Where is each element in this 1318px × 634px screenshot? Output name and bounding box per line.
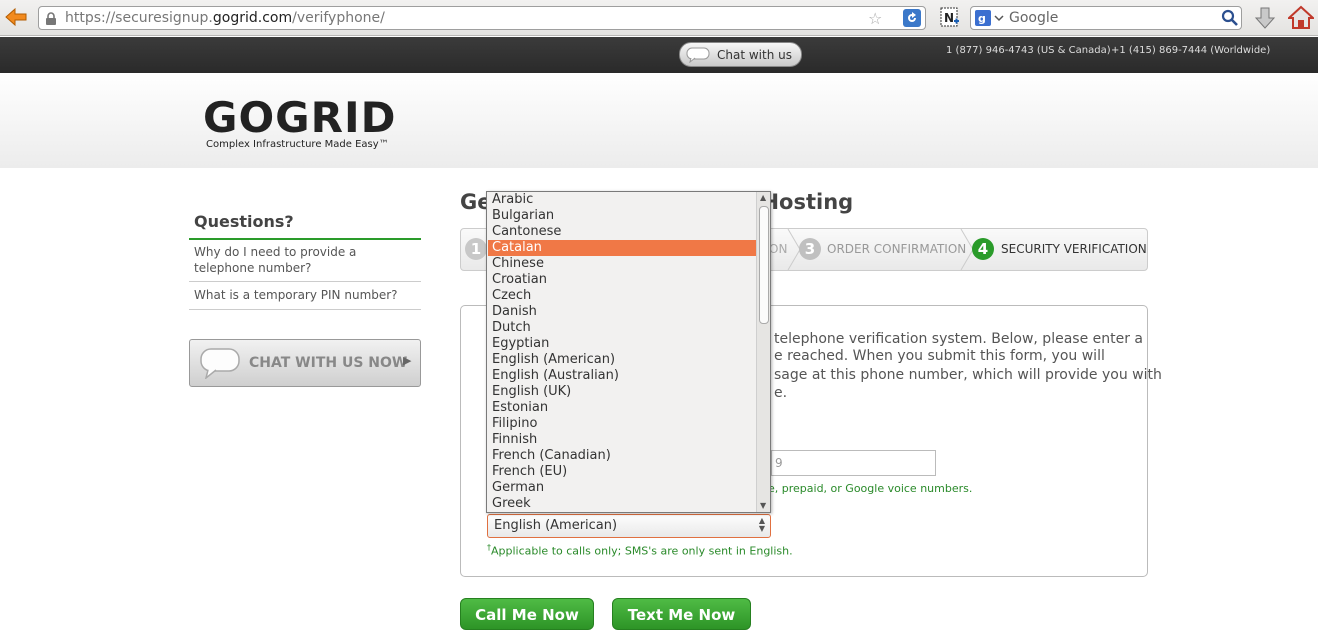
intro-text-line: sage at this phone number, which will pr… <box>774 367 1162 383</box>
step-4-label: SECURITY VERIFICATION <box>1001 242 1147 256</box>
home-icon[interactable] <box>1288 5 1314 29</box>
scroll-down-icon[interactable]: ▼ <box>760 501 766 510</box>
browser-toolbar: https://securesignup.gogrid.com/verifyph… <box>0 0 1318 36</box>
step-3-number: 3 <box>799 238 821 260</box>
bookmark-star-icon[interactable]: ☆ <box>868 9 882 28</box>
chat-with-us-now-label: CHAT WITH US NOW <box>249 355 408 371</box>
chat-bubble-icon <box>200 348 240 379</box>
search-placeholder: Google <box>1009 10 1059 26</box>
dropdown-option[interactable]: German <box>488 480 757 496</box>
dropdown-option[interactable]: Filipino <box>488 416 757 432</box>
search-bar[interactable]: g Google <box>970 6 1242 30</box>
chat-bubble-icon <box>686 47 710 63</box>
phone-worldwide: +1 (415) 869-7444 (Worldwide) <box>1111 45 1271 56</box>
dropdown-option[interactable]: Czech <box>488 288 757 304</box>
dropdown-option[interactable]: Croatian <box>488 272 757 288</box>
step-4-number: 4 <box>972 238 994 260</box>
chat-with-us-now-button[interactable]: CHAT WITH US NOW ▶ <box>189 339 421 387</box>
dropdown-scrollbar[interactable]: ▲ ▼ <box>756 192 770 512</box>
intro-text-line: telephone verification system. Below, pl… <box>774 331 1144 347</box>
dropdown-option[interactable]: Greek <box>488 496 757 512</box>
language-dropdown-list[interactable]: Arabic Bulgarian Cantonese Catalan Chine… <box>486 191 771 513</box>
phone-note: e, prepaid, or Google voice numbers. <box>768 482 973 495</box>
dropdown-option[interactable]: Finnish <box>488 432 757 448</box>
notes-icon[interactable]: N <box>940 7 960 27</box>
download-icon[interactable] <box>1254 6 1276 30</box>
intro-text-line: e reached. When you submit this form, yo… <box>774 348 1105 364</box>
page-title-right: Hosting <box>761 190 854 214</box>
chat-with-us-button[interactable]: Chat with us <box>679 42 802 67</box>
call-me-now-button[interactable]: Call Me Now <box>460 598 594 630</box>
gogrid-logo[interactable]: GOGRID Complex Infrastructure Made Easy™ <box>203 93 397 151</box>
logo-tagline: Complex Infrastructure Made Easy™ <box>206 139 389 150</box>
language-select[interactable]: English (American) ▲ ▼ <box>487 514 771 538</box>
dropdown-option[interactable]: Egyptian <box>488 336 757 352</box>
dropdown-option[interactable]: English (UK) <box>488 384 757 400</box>
language-select-value: English (American) <box>494 518 618 533</box>
dropdown-option[interactable]: Arabic <box>488 192 757 208</box>
svg-text:g: g <box>978 12 986 25</box>
url-text: https://securesignup.gogrid.com/verifyph… <box>65 10 385 26</box>
site-header: GOGRID Complex Infrastructure Made Easy™ <box>0 73 1318 168</box>
phone-number-input[interactable]: 9 <box>771 450 936 476</box>
select-updown-icon: ▲ ▼ <box>758 516 765 533</box>
scrollbar-thumb[interactable] <box>759 206 769 324</box>
faq-link-telephone[interactable]: Why do I need to provide a telephone num… <box>189 244 421 282</box>
dropdown-option[interactable]: English (American) <box>488 352 757 368</box>
url-domain: gogrid.com <box>212 10 293 26</box>
dropdown-option[interactable]: Chinese <box>488 256 757 272</box>
dropdown-option-highlighted[interactable]: Catalan <box>488 240 757 256</box>
dropdown-option[interactable]: French (Canadian) <box>488 448 757 464</box>
step-3-label: ORDER CONFIRMATION <box>827 242 967 256</box>
reload-icon[interactable] <box>903 9 921 27</box>
back-arrow-icon[interactable] <box>4 7 28 27</box>
language-note: †Applicable to calls only; SMS's are onl… <box>487 543 793 558</box>
chat-with-us-label: Chat with us <box>717 48 792 62</box>
intro-text-line: e. <box>774 385 788 401</box>
questions-divider <box>189 238 421 240</box>
lock-icon <box>46 12 56 25</box>
google-engine-icon[interactable]: g <box>975 10 1005 26</box>
questions-heading: Questions? <box>194 212 294 231</box>
step-2-label: ON <box>769 242 788 256</box>
logo-wordmark: GOGRID <box>203 93 397 142</box>
faq-link-pin[interactable]: What is a temporary PIN number? <box>189 287 421 310</box>
dropdown-option[interactable]: Estonian <box>488 400 757 416</box>
dropdown-option[interactable]: French (EU) <box>488 464 757 480</box>
dropdown-option[interactable]: Cantonese <box>488 224 757 240</box>
url-path: /verifyphone/ <box>292 10 385 26</box>
step-1-number: 1 <box>465 238 487 260</box>
text-me-now-button[interactable]: Text Me Now <box>612 598 751 630</box>
dropdown-option[interactable]: English (Australian) <box>488 368 757 384</box>
dropdown-option[interactable]: Dutch <box>488 320 757 336</box>
url-prefix: https://securesignup. <box>65 10 213 26</box>
dropdown-option[interactable]: Bulgarian <box>488 208 757 224</box>
svg-text:N: N <box>944 11 954 25</box>
phone-us-canada: 1 (877) 946-4743 (US & Canada) <box>946 45 1111 56</box>
chevron-right-icon: ▶ <box>403 354 412 367</box>
scroll-up-icon[interactable]: ▲ <box>760 193 766 202</box>
url-bar[interactable]: https://securesignup.gogrid.com/verifyph… <box>38 6 926 30</box>
dropdown-option[interactable]: Danish <box>488 304 757 320</box>
top-contact-bar: Chat with us 1 (877) 946-4743 (US & Cana… <box>0 37 1318 73</box>
search-icon[interactable] <box>1221 9 1239 27</box>
language-note-text: Applicable to calls only; SMS's are only… <box>491 544 793 558</box>
